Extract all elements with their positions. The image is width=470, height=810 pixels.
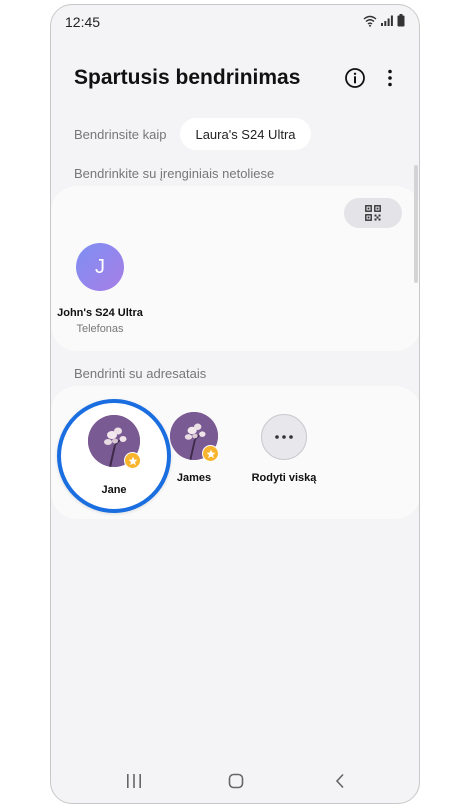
- status-time: 12:45: [65, 14, 101, 30]
- status-bar: 12:45: [51, 5, 419, 39]
- battery-icon: [397, 14, 405, 27]
- share-as-label: Bendrinsite kaip: [74, 127, 167, 142]
- show-all-circle: [261, 414, 307, 460]
- contacts-section-label: Bendrinti su adresatais: [74, 366, 207, 381]
- contact-name: Jane: [101, 484, 127, 496]
- star-icon: [128, 456, 137, 465]
- home-button[interactable]: [228, 773, 244, 789]
- phone-frame: 12:45 Spartusis bendrinimas Bendrinsite …: [50, 4, 420, 804]
- info-icon: [345, 68, 365, 88]
- device-name-button[interactable]: Laura's S24 Ultra: [180, 118, 311, 150]
- info-button[interactable]: [344, 67, 366, 89]
- contact-name: James: [176, 472, 212, 484]
- back-button[interactable]: [334, 773, 346, 789]
- device-type: Telefonas: [76, 323, 124, 335]
- status-icons: [363, 14, 405, 27]
- scrollbar[interactable]: [414, 165, 418, 283]
- home-icon: [228, 773, 244, 789]
- device-name: John's S24 Ultra: [57, 307, 143, 319]
- qr-code-icon: [365, 205, 381, 221]
- favorite-badge: [124, 452, 141, 469]
- recents-icon: [127, 774, 141, 788]
- more-horiz-icon: [275, 435, 293, 439]
- nearby-section-label: Bendrinkite su įrenginiais netoliese: [74, 166, 275, 181]
- wifi-icon: [363, 15, 377, 27]
- show-all-label: Rodyti viską: [251, 472, 317, 484]
- qr-code-button[interactable]: [344, 198, 402, 228]
- more-vert-icon: [388, 69, 392, 87]
- favorite-badge: [202, 445, 219, 462]
- star-icon: [206, 449, 215, 458]
- device-avatar: J: [76, 243, 124, 291]
- page-title: Spartusis bendrinimas: [74, 66, 301, 89]
- signal-icon: [381, 15, 393, 26]
- more-options-button[interactable]: [379, 67, 401, 89]
- recents-button[interactable]: [125, 773, 143, 789]
- back-icon: [335, 773, 344, 789]
